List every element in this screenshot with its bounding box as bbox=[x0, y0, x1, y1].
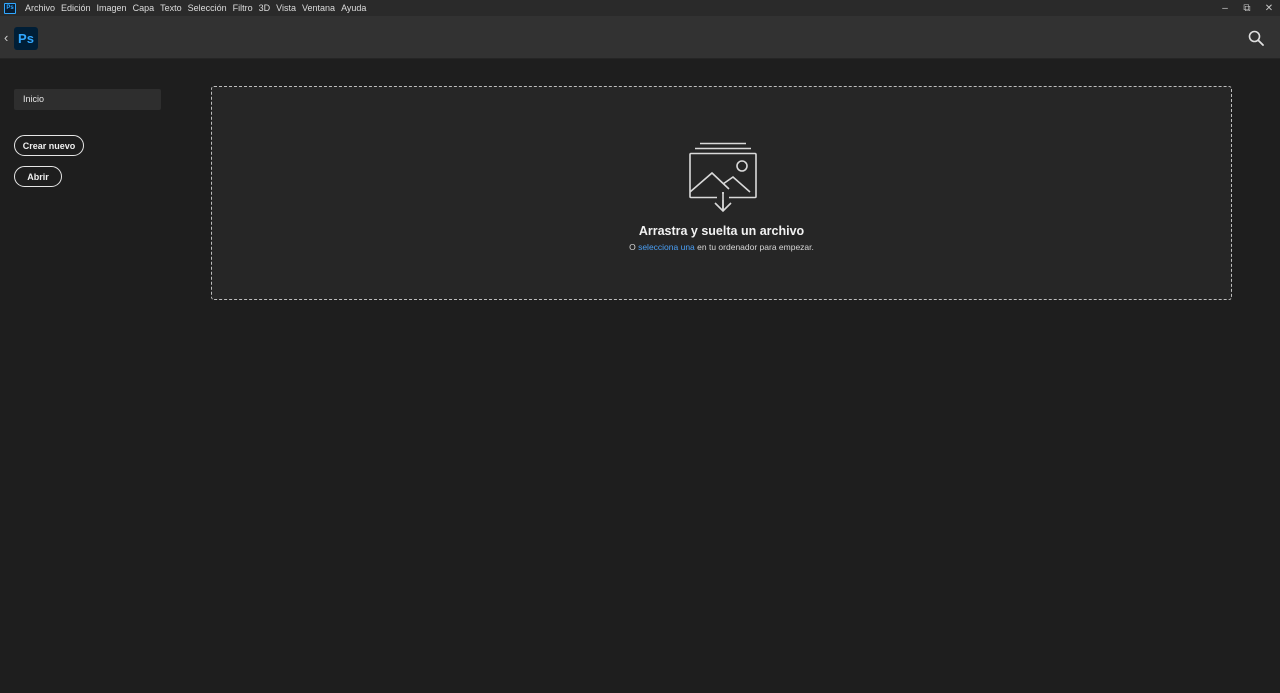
restore-button[interactable]: ⧉ bbox=[1236, 0, 1258, 16]
app-header: ‹ Ps bbox=[0, 16, 1280, 59]
photoshop-app-icon: Ps bbox=[4, 2, 16, 14]
drop-zone-subtitle: O selecciona una en tu ordenador para em… bbox=[212, 242, 1231, 252]
drop-subtitle-prefix: O bbox=[629, 242, 639, 252]
sidebar-item-home[interactable]: Inicio bbox=[14, 89, 161, 110]
open-button[interactable]: Abrir bbox=[14, 166, 62, 187]
menu-texto[interactable]: Texto bbox=[157, 0, 185, 16]
window-controls: – ⧉ ✕ bbox=[1214, 0, 1280, 16]
drop-zone-title: Arrastra y suelta un archivo bbox=[638, 224, 805, 238]
menu-ayuda[interactable]: Ayuda bbox=[338, 0, 369, 16]
menu-bar: Ps Archivo Edición Imagen Capa Texto Sel… bbox=[0, 0, 1280, 16]
menu-seleccion[interactable]: Selección bbox=[185, 0, 230, 16]
create-new-button[interactable]: Crear nuevo bbox=[14, 135, 84, 156]
photoshop-logo[interactable]: Ps bbox=[14, 27, 38, 50]
menu-edicion[interactable]: Edición bbox=[58, 0, 94, 16]
back-chevron-icon[interactable]: ‹ bbox=[4, 30, 14, 46]
menu-archivo[interactable]: Archivo bbox=[22, 0, 58, 16]
menu-ventana[interactable]: Ventana bbox=[299, 0, 338, 16]
menu-vista[interactable]: Vista bbox=[273, 0, 299, 16]
select-file-link[interactable]: selecciona una bbox=[638, 242, 695, 252]
menu-filtro[interactable]: Filtro bbox=[230, 0, 256, 16]
image-upload-icon bbox=[688, 142, 758, 214]
menu-3d[interactable]: 3D bbox=[256, 0, 274, 16]
drop-subtitle-suffix: en tu ordenador para empezar. bbox=[694, 242, 814, 252]
menu-capa[interactable]: Capa bbox=[130, 0, 158, 16]
close-button[interactable]: ✕ bbox=[1258, 0, 1280, 16]
search-icon[interactable] bbox=[1248, 30, 1264, 46]
file-drop-zone[interactable]: Arrastra y suelta un archivo O seleccion… bbox=[211, 86, 1232, 300]
menu-imagen[interactable]: Imagen bbox=[94, 0, 130, 16]
minimize-button[interactable]: – bbox=[1214, 0, 1236, 16]
